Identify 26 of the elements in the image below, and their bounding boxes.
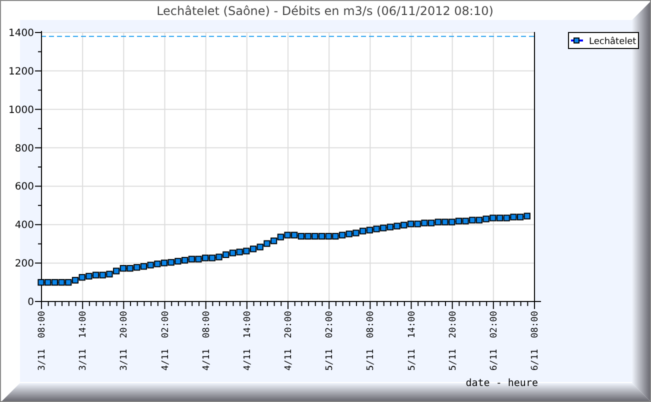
x-tick-label: 6/11 08:00 — [530, 311, 540, 371]
legend-label: Lechâtelet — [589, 37, 636, 47]
x-tick-label: 3/11 08:00 — [38, 311, 48, 371]
y-tick-label: 400 — [14, 220, 34, 232]
chart-title: Lechâtelet (Saône) - Débits en m3/s (06/11/2012 08:10) — [156, 4, 494, 18]
x-tick-label: 3/11 14:00 — [78, 311, 89, 371]
x-tick-label: 4/11 08:00 — [202, 311, 212, 371]
x-axis-title: date - heure — [466, 378, 538, 389]
y-tick-label: 600 — [14, 182, 34, 193]
legend-box — [568, 32, 639, 49]
y-tick-label: 0 — [28, 297, 34, 308]
x-tick-label: 4/11 20:00 — [284, 311, 294, 371]
x-tick-label: 3/11 20:00 — [120, 311, 130, 371]
y-tick-label: 1400 — [8, 28, 34, 39]
y-tick-label: 800 — [14, 143, 34, 154]
y-tick-label: 200 — [14, 258, 34, 270]
y-tick-label: 1000 — [8, 104, 34, 116]
x-tick-label: 5/11 08:00 — [366, 311, 376, 371]
x-tick-label: 5/11 14:00 — [407, 311, 418, 371]
x-tick-label: 4/11 02:00 — [160, 311, 171, 371]
x-tick-label: 6/11 02:00 — [489, 311, 500, 371]
legend-marker-icon — [571, 38, 583, 44]
x-tick-label: 4/11 14:00 — [242, 311, 253, 371]
x-tick-label: 5/11 02:00 — [325, 311, 336, 371]
x-tick-label: 5/11 20:00 — [448, 311, 458, 371]
y-tick-label: 1200 — [8, 66, 34, 78]
